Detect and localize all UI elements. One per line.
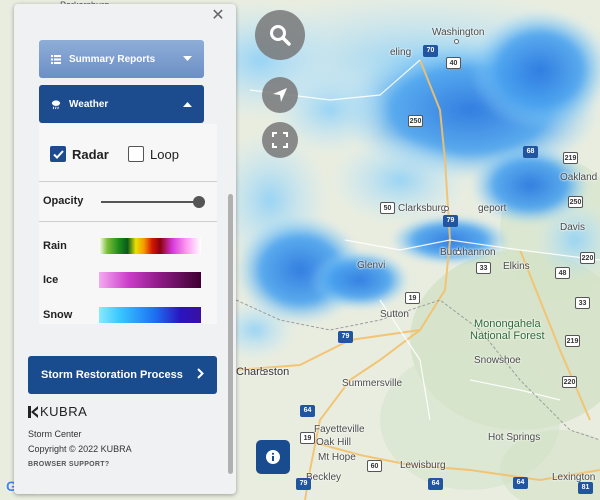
divider <box>39 181 217 182</box>
storm-restoration-button[interactable]: Storm Restoration Process <box>28 356 217 394</box>
caret-down-icon <box>183 54 192 65</box>
interstate-shield: 64 <box>428 478 443 490</box>
interstate-shield: 70 <box>423 45 438 57</box>
opacity-slider[interactable] <box>101 196 205 208</box>
loop-checkbox[interactable]: Loop <box>128 146 179 162</box>
snow-color-scale <box>99 307 201 323</box>
us-route-shield: 60 <box>367 460 382 472</box>
info-button[interactable] <box>256 440 290 474</box>
city-label: Beckley <box>306 472 342 483</box>
us-route-shield: 220 <box>580 252 595 264</box>
city-label: Lewisburg <box>400 460 446 471</box>
city-label: Summersville <box>342 378 403 389</box>
browser-support-link[interactable]: BROWSER SUPPORT? <box>28 461 109 468</box>
rain-color-scale <box>99 238 201 254</box>
interstate-shield: 64 <box>300 405 315 417</box>
side-panel: ✕ Summary Reports Weather Radar Loop Opa… <box>14 4 236 494</box>
city-label: Glenvi <box>357 260 386 271</box>
interstate-shield: 64 <box>513 477 528 489</box>
city-label: eling <box>390 47 412 58</box>
ice-color-scale <box>99 272 201 288</box>
us-route-shield: 40 <box>446 57 461 69</box>
copyright-text: Copyright © 2022 KUBRA <box>28 444 132 454</box>
checkbox-checked-icon <box>50 146 66 162</box>
city-label: Buckhannon <box>440 247 496 258</box>
fullscreen-button[interactable] <box>262 122 298 158</box>
city-label: Snowshoe <box>474 355 521 366</box>
close-icon: ✕ <box>211 7 225 24</box>
list-icon <box>51 54 61 64</box>
fullscreen-icon <box>272 132 288 148</box>
storm-restoration-label: Storm Restoration Process <box>41 369 183 381</box>
park-label: Monongahela National Forest <box>470 318 545 342</box>
us-route-shield: 250 <box>408 115 423 127</box>
opacity-label: Opacity <box>43 195 84 207</box>
park-label-line2: National Forest <box>470 330 545 342</box>
us-route-shield: 50 <box>380 202 395 214</box>
navigation-arrow-icon <box>273 88 287 102</box>
info-icon <box>266 450 280 464</box>
caret-up-icon <box>183 99 192 110</box>
city-label: Washington <box>432 27 485 38</box>
search-icon <box>270 25 291 46</box>
weather-options: Radar Loop Opacity Rain Ice Snow <box>39 124 217 324</box>
slider-thumb[interactable] <box>193 196 205 208</box>
app-name: Storm Center <box>28 429 82 439</box>
kubra-mark-icon <box>28 405 38 418</box>
us-route-shield: 219 <box>565 335 580 347</box>
us-route-shield: 19 <box>300 432 315 444</box>
panel-scrollbar[interactable] <box>228 194 233 474</box>
city-label: Oakland <box>560 172 598 183</box>
city-label: Sutton <box>380 309 409 320</box>
us-route-shield: 48 <box>555 267 570 279</box>
city-dot <box>456 250 461 255</box>
city-dot <box>454 39 459 44</box>
loop-label: Loop <box>150 146 179 162</box>
checkbox-empty-icon <box>128 146 144 162</box>
snow-legend-label: Snow <box>43 309 73 321</box>
us-route-shield: 33 <box>476 262 491 274</box>
city-label: geport <box>478 203 507 214</box>
radar-label: Radar <box>72 146 109 162</box>
kubra-logo-text: KUBRA <box>40 404 88 419</box>
rain-legend-label: Rain <box>43 240 67 252</box>
summary-reports-toggle[interactable]: Summary Reports <box>39 40 204 78</box>
city-dot <box>444 206 449 211</box>
interstate-shield: 79 <box>296 478 311 490</box>
weather-label: Weather <box>69 98 109 110</box>
close-panel-button[interactable]: ✕ <box>210 8 226 24</box>
us-route-shield: 33 <box>575 297 590 309</box>
park-label-line1: Monongahela <box>473 318 541 330</box>
city-label: Fayetteville <box>314 424 365 435</box>
ice-legend-label: Ice <box>43 274 59 286</box>
divider <box>39 221 217 222</box>
us-route-shield: 250 <box>568 196 583 208</box>
interstate-shield: 68 <box>523 146 538 158</box>
cloud-rain-icon <box>51 99 61 109</box>
city-label: Hot Springs <box>488 432 541 443</box>
search-button[interactable] <box>255 10 305 60</box>
us-route-shield: 19 <box>405 292 420 304</box>
city-label: Elkins <box>503 261 530 272</box>
us-route-shield: 219 <box>563 152 578 164</box>
city-label: Clarksburg <box>398 203 447 214</box>
interstate-shield: 79 <box>338 331 353 343</box>
city-label: Mt Hope <box>318 452 356 463</box>
slider-track <box>101 201 205 203</box>
interstate-shield: 81 <box>578 482 593 494</box>
us-route-shield: 220 <box>562 376 577 388</box>
kubra-logo: KUBRA <box>28 404 87 419</box>
chevron-right-icon <box>197 368 204 382</box>
locate-me-button[interactable] <box>262 77 298 113</box>
city-label: Davis <box>560 222 586 233</box>
summary-reports-label: Summary Reports <box>69 53 156 65</box>
city-label: Oak Hill <box>316 437 352 448</box>
city-dot <box>260 370 265 375</box>
interstate-shield: 79 <box>443 215 458 227</box>
radar-checkbox[interactable]: Radar <box>50 146 109 162</box>
weather-toggle[interactable]: Weather <box>39 85 204 123</box>
